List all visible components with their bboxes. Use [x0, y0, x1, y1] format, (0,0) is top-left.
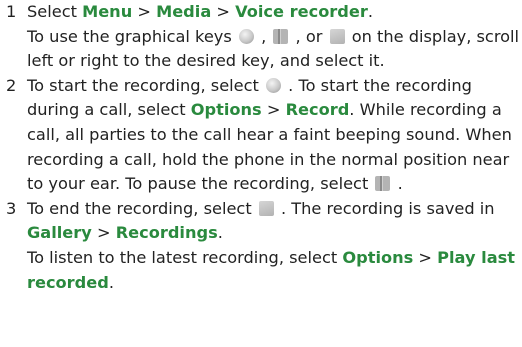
record-button-icon — [238, 28, 254, 44]
stop-button-icon — [329, 28, 345, 44]
step-2-text: To start the recording, select . To star… — [27, 75, 512, 194]
record-button-icon — [266, 77, 282, 93]
pause-button-icon — [375, 176, 391, 192]
step-3-line-2: To listen to the latest recording, selec… — [27, 247, 516, 292]
step-2: 2 To start the recording, select . To st… — [0, 74, 522, 197]
menu-path-options: Options — [342, 247, 414, 267]
menu-path-recordings: Recordings — [115, 223, 218, 243]
menu-path-gallery: Gallery — [27, 223, 92, 243]
step-1: 1 Select Menu > Media > Voice recorder. … — [0, 0, 522, 74]
step-3-line-1: To end the recording, select . The recor… — [27, 198, 495, 243]
step-number: 1 — [6, 2, 17, 21]
step-number: 2 — [6, 75, 17, 95]
stop-button-icon — [258, 200, 274, 216]
step-1-line-2: To use the graphical keys , , or on the … — [27, 26, 520, 71]
menu-path-voice-recorder: Voice recorder — [235, 2, 368, 21]
pause-button-icon — [273, 28, 289, 44]
menu-path-menu: Menu — [82, 2, 133, 21]
menu-path-media: Media — [156, 2, 212, 21]
instruction-steps: 1 Select Menu > Media > Voice recorder. … — [0, 0, 522, 295]
step-1-line-1: Select Menu > Media > Voice recorder. — [27, 2, 373, 21]
step-number: 3 — [6, 198, 17, 218]
menu-path-options: Options — [190, 100, 262, 120]
step-3: 3 To end the recording, select . The rec… — [0, 197, 522, 295]
menu-path-record: Record — [285, 100, 350, 120]
